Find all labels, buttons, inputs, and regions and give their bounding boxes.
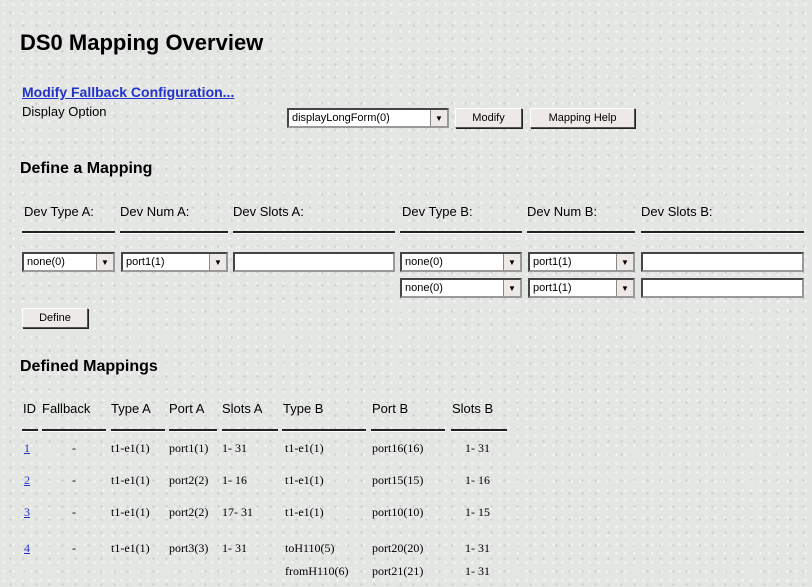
- row-type-b: fromH110(6): [285, 564, 349, 578]
- dev-type-a-label: Dev Type A:: [24, 204, 94, 219]
- divider: [233, 231, 395, 234]
- mapping-id-link[interactable]: 2: [24, 473, 30, 488]
- divider: [451, 429, 507, 432]
- divider: [371, 429, 445, 432]
- mapping-id-link[interactable]: 1: [24, 441, 30, 456]
- row-slots-a: 1- 31: [222, 441, 247, 455]
- row-slots-a: 1- 16: [222, 473, 247, 487]
- row-type-b: toH110(5): [285, 541, 335, 555]
- mapping-id-link[interactable]: 3: [24, 505, 30, 520]
- row-fallback: -: [72, 541, 76, 555]
- dev-type-b-label: Dev Type B:: [402, 204, 473, 219]
- dev-num-b-value-2: port1(1): [533, 282, 572, 294]
- row-fallback: -: [72, 473, 76, 487]
- row-slots-b: 1- 16: [465, 473, 490, 487]
- chevron-down-icon: ▼: [616, 280, 633, 296]
- dev-slots-b-label: Dev Slots B:: [641, 204, 713, 219]
- mapping-help-button[interactable]: Mapping Help: [530, 108, 635, 128]
- dev-slots-a-label: Dev Slots A:: [233, 204, 304, 219]
- modify-fallback-link[interactable]: Modify Fallback Configuration...: [22, 84, 234, 100]
- dev-num-a-select[interactable]: port1(1) ▼: [121, 252, 228, 272]
- dev-type-b-select-1[interactable]: none(0) ▼: [400, 252, 522, 272]
- row-slots-a: 17- 31: [222, 505, 253, 519]
- chevron-down-icon: ▼: [503, 254, 520, 270]
- row-port-b: port16(16): [372, 441, 424, 455]
- dev-slots-b-input-2[interactable]: [641, 278, 804, 298]
- col-header-port-b: Port B: [372, 401, 409, 416]
- dev-slots-b-input-1[interactable]: [641, 252, 804, 272]
- chevron-down-icon: ▼: [209, 254, 226, 270]
- row-type-a: t1-e1(1): [111, 473, 150, 487]
- dev-num-b-select-1[interactable]: port1(1) ▼: [528, 252, 635, 272]
- row-type-a: t1-e1(1): [111, 441, 150, 455]
- divider: [42, 429, 106, 432]
- divider: [22, 429, 38, 432]
- chevron-down-icon: ▼: [503, 280, 520, 296]
- row-port-b: port20(20): [372, 541, 424, 555]
- row-port-a: port1(1): [169, 441, 209, 455]
- dev-num-b-label: Dev Num B:: [527, 204, 598, 219]
- mapping-id-link[interactable]: 4: [24, 541, 30, 556]
- row-slots-a: 1- 31: [222, 541, 247, 555]
- row-port-a: port2(2): [169, 505, 209, 519]
- col-header-slots-b: Slots B: [452, 401, 494, 416]
- col-header-fallback: Fallback: [42, 401, 91, 416]
- col-header-slots-a: Slots A: [222, 401, 263, 416]
- col-header-type-b: Type B: [283, 401, 324, 416]
- dev-num-a-label: Dev Num A:: [120, 204, 190, 219]
- row-slots-b: 1- 15: [465, 505, 490, 519]
- chevron-down-icon: ▼: [616, 254, 633, 270]
- page-title: DS0 Mapping Overview: [20, 30, 264, 55]
- row-port-b: port21(21): [372, 564, 424, 578]
- divider: [400, 231, 522, 234]
- row-fallback: -: [72, 505, 76, 519]
- dev-type-a-value: none(0): [27, 256, 65, 268]
- divider: [111, 429, 165, 432]
- dev-num-b-value-1: port1(1): [533, 256, 572, 268]
- row-type-b: t1-e1(1): [285, 473, 324, 487]
- divider: [641, 231, 804, 234]
- display-option-value: displayLongForm(0): [292, 112, 390, 124]
- row-type-b: t1-e1(1): [285, 505, 324, 519]
- define-mapping-heading: Define a Mapping: [20, 160, 153, 177]
- divider: [22, 231, 115, 234]
- divider: [282, 429, 366, 432]
- row-type-a: t1-e1(1): [111, 541, 150, 555]
- dev-type-a-select[interactable]: none(0) ▼: [22, 252, 115, 272]
- chevron-down-icon: ▼: [96, 254, 113, 270]
- chevron-down-icon: ▼: [430, 110, 447, 126]
- col-header-id: ID: [23, 401, 36, 416]
- divider: [222, 429, 278, 432]
- row-slots-b: 1- 31: [465, 441, 490, 455]
- row-port-b: port10(10): [372, 505, 424, 519]
- define-button[interactable]: Define: [22, 308, 88, 328]
- divider: [169, 429, 217, 432]
- divider: [120, 231, 228, 234]
- dev-slots-a-input[interactable]: [233, 252, 395, 272]
- display-option-label: Display Option: [22, 104, 107, 119]
- row-type-b: t1-e1(1): [285, 441, 324, 455]
- row-port-a: port3(3): [169, 541, 209, 555]
- row-slots-b: 1- 31: [465, 564, 490, 578]
- row-fallback: -: [72, 441, 76, 455]
- defined-mappings-heading: Defined Mappings: [20, 358, 158, 375]
- col-header-type-a: Type A: [111, 401, 151, 416]
- dev-num-a-value: port1(1): [126, 256, 165, 268]
- dev-type-b-value-1: none(0): [405, 256, 443, 268]
- display-option-select[interactable]: displayLongForm(0) ▼: [287, 108, 449, 128]
- col-header-port-a: Port A: [169, 401, 205, 416]
- dev-num-b-select-2[interactable]: port1(1) ▼: [528, 278, 635, 298]
- modify-button[interactable]: Modify: [455, 108, 522, 128]
- divider: [527, 231, 635, 234]
- row-port-b: port15(15): [372, 473, 424, 487]
- dev-type-b-select-2[interactable]: none(0) ▼: [400, 278, 522, 298]
- row-port-a: port2(2): [169, 473, 209, 487]
- row-type-a: t1-e1(1): [111, 505, 150, 519]
- row-slots-b: 1- 31: [465, 541, 490, 555]
- dev-type-b-value-2: none(0): [405, 282, 443, 294]
